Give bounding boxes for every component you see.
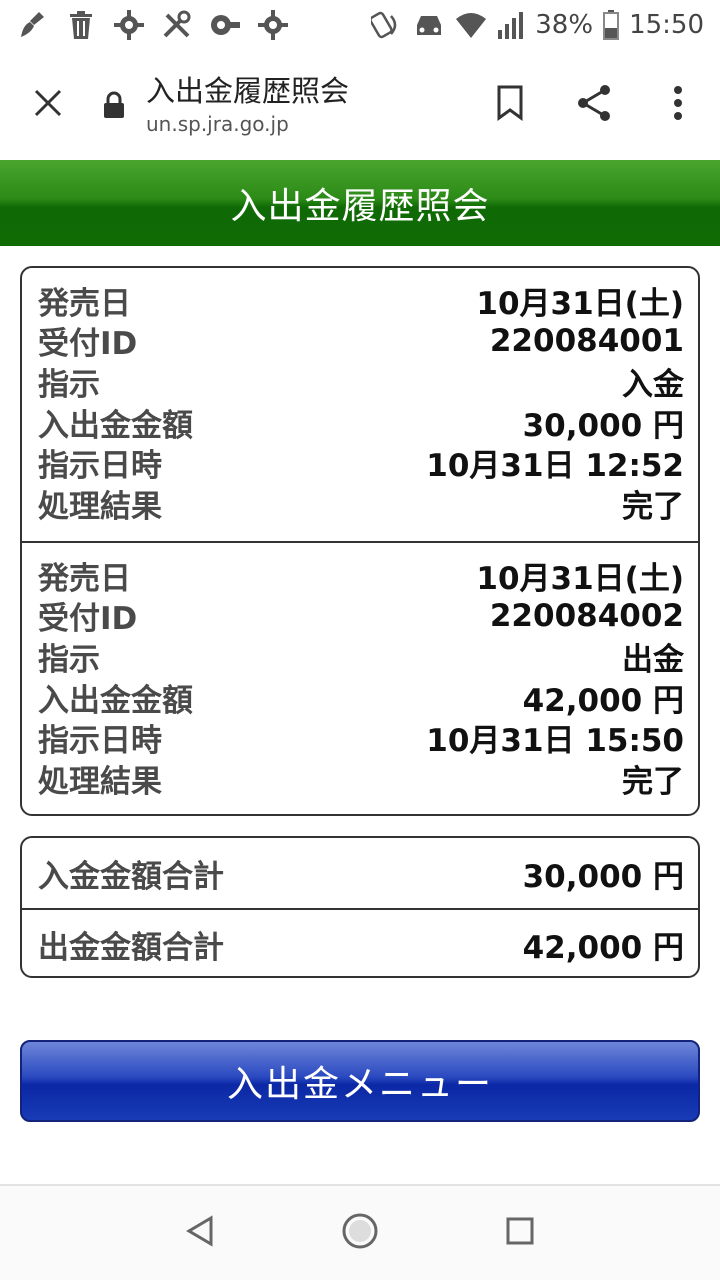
record-row: 受付ID 220084001 bbox=[38, 321, 684, 363]
navigation-bar bbox=[0, 1184, 720, 1280]
row-label: 受付ID bbox=[38, 326, 138, 363]
back-triangle-icon bbox=[185, 1215, 215, 1251]
record-row: 処理結果 完了 bbox=[38, 758, 684, 800]
row-label: 入出金金額 bbox=[38, 407, 193, 444]
record-row: 発売日 10月31日(土) bbox=[38, 555, 684, 597]
row-label: 入出金金額 bbox=[38, 682, 193, 719]
row-value: 42,000 円 bbox=[522, 682, 684, 719]
row-value: 220084001 bbox=[489, 322, 684, 359]
record-row: 入出金金額 42,000 円 bbox=[38, 677, 684, 719]
car-icon bbox=[413, 11, 445, 39]
row-value: 10月31日 15:50 bbox=[426, 723, 684, 760]
wifi-icon bbox=[455, 11, 487, 39]
broom-icon bbox=[16, 8, 50, 42]
row-label: 受付ID bbox=[38, 601, 138, 638]
home-button[interactable] bbox=[330, 1203, 390, 1263]
more-options-button[interactable] bbox=[636, 50, 720, 160]
gear-icon bbox=[112, 8, 146, 42]
recents-square-icon bbox=[505, 1216, 535, 1250]
row-label: 処理結果 bbox=[38, 488, 162, 525]
browser-toolbar: 入出金履歴照会 un.sp.jra.go.jp bbox=[0, 50, 720, 160]
tools-icon bbox=[160, 8, 194, 42]
bookmark-button[interactable] bbox=[468, 50, 552, 160]
withdraw-total-value: 42,000 円 bbox=[522, 929, 684, 966]
signal-icon bbox=[497, 10, 525, 40]
back-button[interactable] bbox=[170, 1203, 230, 1263]
lock-icon bbox=[96, 91, 132, 119]
row-label: 指示 bbox=[38, 366, 100, 403]
bookmark-icon bbox=[496, 85, 524, 125]
withdraw-total-row: 出金金額合計 42,000 円 bbox=[22, 908, 698, 976]
row-value: 完了 bbox=[622, 763, 684, 800]
row-value: 220084002 bbox=[489, 597, 684, 634]
system-indicators: 38% 15:50 bbox=[371, 10, 704, 40]
withdraw-total-label: 出金金額合計 bbox=[38, 929, 224, 966]
row-value: 完了 bbox=[622, 488, 684, 525]
deposit-withdraw-menu-button[interactable]: 入出金メニュー bbox=[20, 1040, 700, 1122]
nfc-icon bbox=[371, 10, 403, 40]
record-row: 受付ID 220084002 bbox=[38, 596, 684, 638]
totals-box: 入金金額合計 30,000 円 出金金額合計 42,000 円 bbox=[20, 836, 700, 978]
record-row: 処理結果 完了 bbox=[38, 483, 684, 525]
battery-icon bbox=[603, 10, 620, 40]
row-label: 指示 bbox=[38, 641, 100, 678]
clock: 15:50 bbox=[629, 10, 704, 40]
more-vert-icon bbox=[673, 85, 683, 125]
home-circle-icon bbox=[340, 1211, 380, 1255]
page-url: un.sp.jra.go.jp bbox=[146, 112, 289, 136]
row-value: 10月31日(土) bbox=[476, 285, 684, 322]
history-record: 発売日 10月31日(土) 受付ID 220084001 指示 入金 入出金金額 30,… bbox=[22, 268, 698, 541]
row-label: 発売日 bbox=[38, 560, 131, 597]
row-label: 指示日時 bbox=[38, 448, 162, 485]
gear-icon bbox=[256, 8, 290, 42]
record-row: 入出金金額 30,000 円 bbox=[38, 402, 684, 444]
history-record: 発売日 10月31日(土) 受付ID 220084002 指示 出金 入出金金額 42,… bbox=[22, 541, 698, 814]
deposit-total-value: 30,000 円 bbox=[522, 858, 684, 895]
trash-icon bbox=[64, 8, 98, 42]
record-row: 指示 出金 bbox=[38, 636, 684, 678]
page-title: 入出金履歴照会 bbox=[146, 74, 350, 108]
row-value: 10月31日 12:52 bbox=[426, 448, 684, 485]
notification-icons bbox=[16, 8, 290, 42]
vpn-key-icon bbox=[208, 8, 242, 42]
row-label: 指示日時 bbox=[38, 723, 162, 760]
share-button[interactable] bbox=[552, 50, 636, 160]
row-label: 処理結果 bbox=[38, 763, 162, 800]
record-row: 指示 入金 bbox=[38, 361, 684, 403]
row-label: 発売日 bbox=[38, 285, 131, 322]
page-header: 入出金履歴照会 bbox=[0, 160, 720, 246]
row-value: 10月31日(土) bbox=[476, 560, 684, 597]
deposit-total-row: 入金金額合計 30,000 円 bbox=[22, 838, 698, 908]
close-icon bbox=[33, 88, 63, 122]
row-value: 30,000 円 bbox=[522, 407, 684, 444]
recents-button[interactable] bbox=[490, 1203, 550, 1263]
deposit-total-label: 入金金額合計 bbox=[38, 858, 224, 895]
record-row: 指示日時 10月31日 12:52 bbox=[38, 442, 684, 485]
history-list: 発売日 10月31日(土) 受付ID 220084001 指示 入金 入出金金額 30,… bbox=[20, 266, 700, 816]
record-row: 指示日時 10月31日 15:50 bbox=[38, 717, 684, 760]
row-value: 出金 bbox=[622, 641, 684, 678]
close-button[interactable] bbox=[0, 50, 96, 160]
row-value: 入金 bbox=[622, 366, 684, 403]
record-row: 発売日 10月31日(土) bbox=[38, 280, 684, 322]
status-bar: 38% 15:50 bbox=[0, 0, 720, 50]
share-icon bbox=[575, 83, 613, 127]
battery-percent: 38% bbox=[535, 10, 594, 40]
address-area[interactable]: 入出金履歴照会 un.sp.jra.go.jp bbox=[96, 72, 468, 138]
